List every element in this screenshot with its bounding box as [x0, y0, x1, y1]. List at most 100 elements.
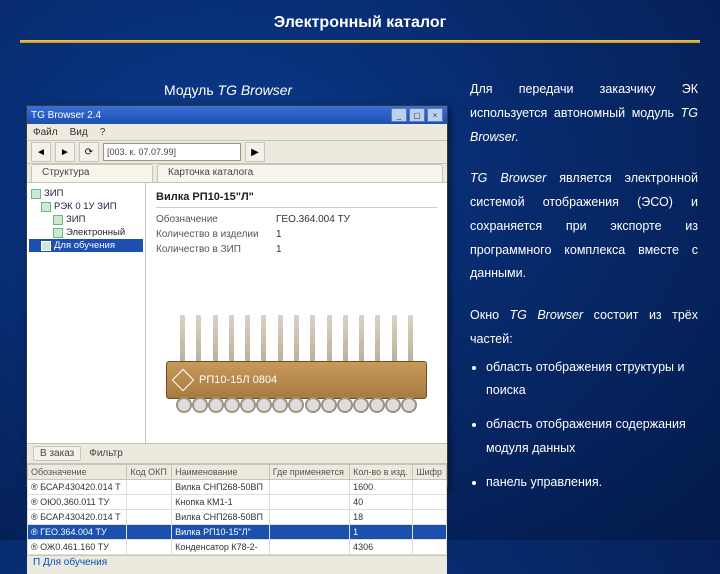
table-row[interactable]: ® БСАР.430420.014 ТВилка СНП268-50ВП18	[28, 510, 447, 525]
th[interactable]: Кол-во в изд.	[350, 465, 413, 480]
table-cell	[413, 495, 447, 510]
menu-bar: Файл Вид ?	[27, 124, 447, 141]
tab-row: Структура Карточка каталога	[27, 164, 447, 183]
table-cell	[413, 525, 447, 540]
table-cell	[269, 480, 349, 495]
kv-val: 1	[276, 244, 282, 255]
menu-view[interactable]: Вид	[70, 127, 88, 138]
table-cell	[127, 540, 172, 555]
table-cell: Конденсатор К78-2-	[172, 540, 270, 555]
para-1: Для передачи заказчику ЭК используется а…	[470, 78, 698, 149]
card-panel: Вилка РП10-15"Л" ОбозначениеГЕО.364.004 …	[146, 183, 447, 443]
table-cell	[269, 525, 349, 540]
table-cell: ® ОЖ0.461.160 ТУ	[28, 540, 127, 555]
table-cell	[127, 480, 172, 495]
kv-key: Количество в изделии	[156, 229, 276, 240]
tree-label: Электронный	[66, 227, 125, 238]
table-cell: ® БСАР.430420.014 Т	[28, 510, 127, 525]
tree-node-selected[interactable]: Для обучения	[29, 239, 143, 252]
window-title: TG Browser 2.4	[31, 110, 101, 121]
table-cell	[413, 510, 447, 525]
minimize-icon[interactable]: _	[391, 108, 407, 122]
table-cell: ® БСАР.430420.014 Т	[28, 480, 127, 495]
tool-fwd-icon[interactable]: ►	[55, 142, 75, 162]
kv-key: Количество в ЗИП	[156, 244, 276, 255]
tool-go-icon[interactable]: ▶	[245, 142, 265, 162]
divider	[20, 40, 700, 43]
window-titlebar: TG Browser 2.4 _ ▢ ×	[27, 106, 447, 124]
tree-label: ЗИП	[66, 214, 85, 225]
parts-table: Обозначение Код ОКП Наименование Где при…	[27, 464, 447, 555]
table-cell: ® ГЕО.364.004 ТУ	[28, 525, 127, 540]
table-cell: 18	[350, 510, 413, 525]
th[interactable]: Где применяется	[269, 465, 349, 480]
table-row[interactable]: ® ОЖ0.461.160 ТУ Конденсатор К78-2- 4306	[28, 540, 447, 555]
tree-node[interactable]: ЗИП	[29, 213, 143, 226]
card-row: ОбозначениеГЕО.364.004 ТУ	[156, 214, 437, 225]
table-cell	[269, 495, 349, 510]
tree-node[interactable]: РЭК 0 1У ЗИП	[29, 200, 143, 213]
address-box[interactable]: [003. к. 07.07.99]	[103, 143, 241, 161]
tg-browser-screenshot: TG Browser 2.4 _ ▢ × Файл Вид ? ◄ ► ⟳ [0…	[26, 105, 448, 487]
kv-val: 1	[276, 229, 282, 240]
filter-label: Фильтр	[89, 448, 123, 459]
description-column: Для передачи заказчику ЭК используется а…	[470, 78, 698, 504]
table-cell	[413, 480, 447, 495]
table-cell	[127, 495, 172, 510]
para-3-a: Окно	[470, 308, 510, 322]
screenshot-caption: Модуль TG Browser	[164, 82, 292, 98]
table-cell: 4306	[350, 540, 413, 555]
card-row: Количество в ЗИП1	[156, 244, 437, 255]
th[interactable]: Шифр	[413, 465, 447, 480]
kv-val: ГЕО.364.004 ТУ	[276, 214, 350, 225]
close-icon[interactable]: ×	[427, 108, 443, 122]
tree-label: Для обучения	[54, 240, 115, 251]
bullet-2: область отображения содержания модуля да…	[486, 413, 698, 461]
bullet-list: область отображения структуры и поиска о…	[470, 356, 698, 495]
para-2: TG Browser является электронной системой…	[470, 167, 698, 286]
table-row[interactable]: ® ОЮ0.360.011 ТУКнопка КМ1-140	[28, 495, 447, 510]
connector-image: РП10-15Л 0804	[166, 315, 427, 425]
tab-card[interactable]: Карточка каталога	[157, 164, 443, 182]
table-cell: Вилка РП10-15"Л"	[172, 525, 270, 540]
menu-file[interactable]: Файл	[33, 127, 58, 138]
page-title: Электронный каталог	[0, 14, 720, 32]
table-row[interactable]: ® БСАР.430420.014 ТВилка СНП268-50ВП1600	[28, 480, 447, 495]
card-title: Вилка РП10-15"Л"	[156, 191, 437, 208]
tree-node[interactable]: Электронный	[29, 226, 143, 239]
kv-key: Обозначение	[156, 214, 276, 225]
table-cell	[269, 540, 349, 555]
table-cell: Кнопка КМ1-1	[172, 495, 270, 510]
table-cell	[269, 510, 349, 525]
card-row: Количество в изделии1	[156, 229, 437, 240]
tab-structure[interactable]: Структура	[31, 164, 153, 182]
tree-panel: ЗИП РЭК 0 1У ЗИП ЗИП Электронный Для обу…	[27, 183, 146, 443]
order-button[interactable]: В заказ	[33, 446, 81, 461]
diamond-icon	[172, 369, 195, 392]
tool-refresh-icon[interactable]: ⟳	[79, 142, 99, 162]
toolbar: ◄ ► ⟳ [003. к. 07.07.99] ▶	[27, 141, 447, 164]
th[interactable]: Обозначение	[28, 465, 127, 480]
connector-label: РП10-15Л 0804	[199, 374, 277, 386]
table-cell: 1600	[350, 480, 413, 495]
table-cell	[127, 510, 172, 525]
table-cell: 1	[350, 525, 413, 540]
para-1-text: Для передачи заказчику ЭК используется а…	[470, 82, 698, 120]
table-row[interactable]: ® ГЕО.364.004 ТУ Вилка РП10-15"Л" 1	[28, 525, 447, 540]
tree-node[interactable]: ЗИП	[29, 187, 143, 200]
th[interactable]: Наименование	[172, 465, 270, 480]
tree-label: РЭК 0 1У ЗИП	[54, 201, 117, 212]
tool-back-icon[interactable]: ◄	[31, 142, 51, 162]
bullet-1: область отображения структуры и поиска	[486, 356, 698, 404]
table-panel: В заказ Фильтр Обозначение Код ОКП Наиме…	[27, 443, 447, 555]
table-cell	[127, 525, 172, 540]
caption-em: TG Browser	[218, 82, 293, 98]
bullet-3: панель управления.	[486, 471, 698, 495]
para-2-text: является электронной системой отображени…	[470, 171, 698, 280]
caption-text: Модуль	[164, 82, 218, 98]
maximize-icon[interactable]: ▢	[409, 108, 425, 122]
menu-help[interactable]: ?	[100, 127, 106, 138]
table-cell	[413, 540, 447, 555]
para-3-em: TG Browser	[510, 308, 584, 322]
th[interactable]: Код ОКП	[127, 465, 172, 480]
